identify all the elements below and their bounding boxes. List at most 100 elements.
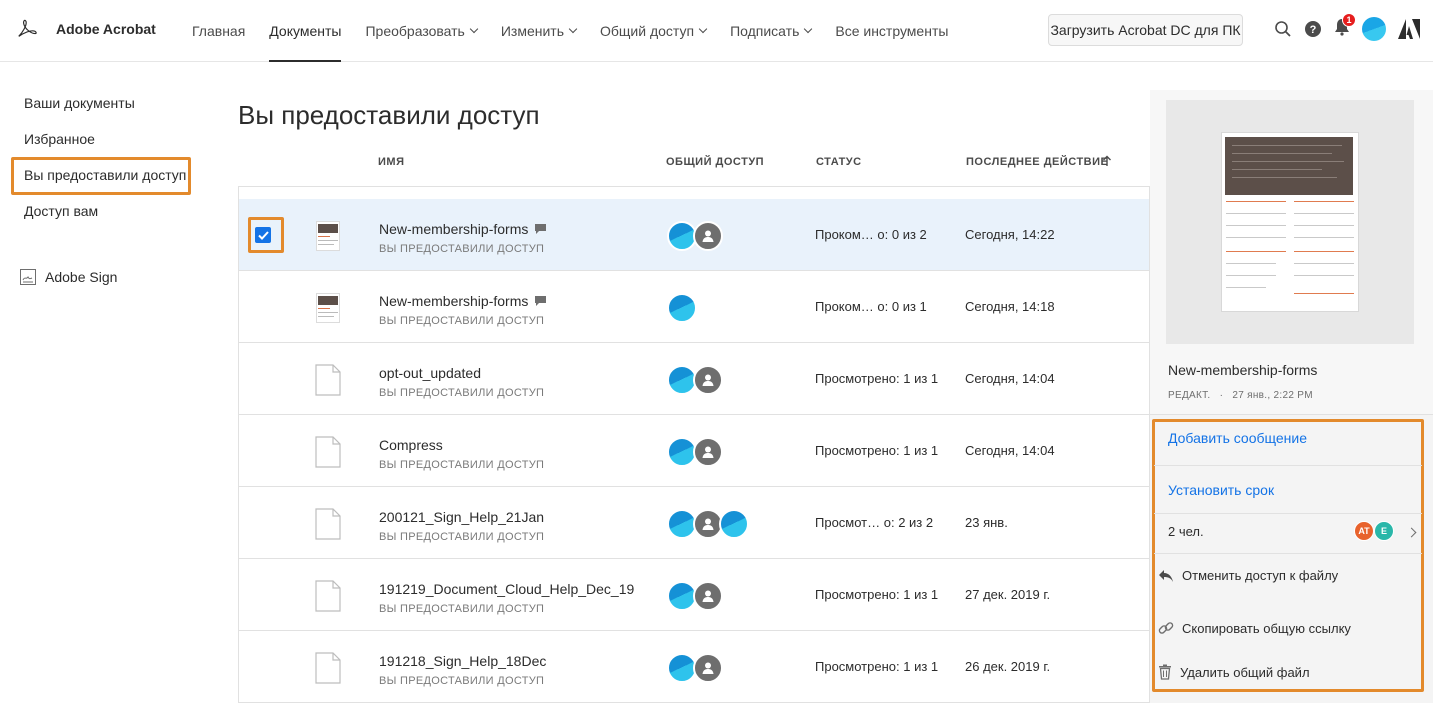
file-meta-date: 27 янв., 2:22 PM bbox=[1232, 390, 1313, 401]
table-row[interactable]: 200121_Sign_Help_21Jan ВЫ ПРЕДОСТАВИЛИ ДО… bbox=[239, 487, 1149, 559]
nav-item[interactable]: Главная bbox=[192, 0, 245, 62]
form-thumbnail bbox=[316, 221, 340, 251]
sidebar-item-shared-by-you[interactable]: Вы предоставили доступ bbox=[24, 167, 186, 183]
status-text: Проком… о: 0 из 2 bbox=[815, 227, 927, 242]
adobe-sign-label: Adobe Sign bbox=[45, 269, 118, 285]
file-subtitle: ВЫ ПРЕДОСТАВИЛИ ДОСТУП bbox=[379, 675, 545, 687]
sidebar-item-favorites[interactable]: Избранное bbox=[24, 131, 95, 147]
status-text: Просмот… о: 2 из 2 bbox=[815, 515, 934, 530]
delete-shared-button[interactable]: Удалить общий файл bbox=[1158, 664, 1310, 680]
undo-arrow-icon bbox=[1159, 569, 1173, 582]
copy-link-button[interactable]: Скопировать общую ссылку bbox=[1158, 620, 1351, 636]
help-icon[interactable]: ? bbox=[1304, 20, 1322, 38]
shared-with-avatars[interactable] bbox=[667, 437, 723, 467]
unshare-file-button[interactable]: Отменить доступ к файлу bbox=[1158, 568, 1338, 583]
file-subtitle: ВЫ ПРЕДОСТАВИЛИ ДОСТУП bbox=[379, 459, 545, 471]
nav-item-label: Общий доступ bbox=[600, 23, 695, 39]
file-icon bbox=[315, 652, 341, 684]
notification-badge: 1 bbox=[1342, 12, 1356, 27]
adobe-logo-icon[interactable] bbox=[1398, 19, 1420, 39]
search-icon[interactable] bbox=[1274, 20, 1292, 38]
acrobat-logo-icon bbox=[18, 19, 37, 37]
shared-with-avatars[interactable] bbox=[667, 581, 723, 611]
table-row[interactable]: 191219_Document_Cloud_Help_Dec_19 ВЫ ПРЕД… bbox=[239, 559, 1149, 631]
person-icon bbox=[693, 365, 723, 395]
file-name-text: opt-out_updated bbox=[379, 365, 481, 381]
nav-item[interactable]: Изменить bbox=[501, 0, 578, 62]
nav-item[interactable]: Преобразовать bbox=[365, 0, 479, 62]
shared-with-avatars[interactable] bbox=[667, 365, 723, 395]
file-subtitle: ВЫ ПРЕДОСТАВИЛИ ДОСТУП bbox=[379, 387, 545, 399]
row-checkbox[interactable] bbox=[255, 227, 271, 243]
status-text: Просмотрено: 1 из 1 bbox=[815, 371, 939, 386]
last-action-text: 27 дек. 2019 г. bbox=[965, 587, 1051, 602]
divider bbox=[1154, 513, 1422, 514]
profile-avatar[interactable] bbox=[1362, 17, 1386, 41]
sort-arrow-up-icon[interactable] bbox=[1102, 155, 1112, 167]
nav-item[interactable]: Общий доступ bbox=[600, 0, 708, 62]
download-desktop-button[interactable]: Загрузить Acrobat DC для ПК bbox=[1048, 14, 1243, 46]
chevron-down-icon bbox=[568, 24, 578, 34]
file-name[interactable]: Compress bbox=[379, 437, 443, 453]
meta-separator: · bbox=[1219, 390, 1224, 401]
person-icon bbox=[693, 581, 723, 611]
table-row[interactable]: New-membership-forms ВЫ ПРЕДОСТАВИЛИ ДОСТ… bbox=[239, 271, 1149, 343]
sidebar-item-your-documents[interactable]: Ваши документы bbox=[24, 95, 135, 111]
shared-with-avatars[interactable] bbox=[667, 293, 697, 323]
shared-with-avatars[interactable] bbox=[667, 221, 723, 251]
divider bbox=[1154, 465, 1422, 466]
nav-item[interactable]: Документы bbox=[269, 0, 342, 62]
file-name[interactable]: opt-out_updated bbox=[379, 365, 481, 381]
notifications[interactable]: 1 bbox=[1334, 12, 1356, 41]
file-meta: РЕДАКТ. · 27 янв., 2:22 PM bbox=[1168, 390, 1319, 401]
top-icons: ? 1 bbox=[1274, 12, 1432, 41]
nav-item[interactable]: Все инструменты bbox=[835, 0, 948, 62]
nav-item-label: Все инструменты bbox=[835, 23, 949, 39]
file-preview[interactable] bbox=[1166, 100, 1414, 344]
table-row[interactable]: opt-out_updated ВЫ ПРЕДОСТАВИЛИ ДОСТУП Про… bbox=[239, 343, 1149, 415]
nav-item-label: Преобразовать bbox=[365, 23, 465, 39]
column-last-action[interactable]: ПОСЛЕДНЕЕ ДЕЙСТВИЕ bbox=[966, 156, 1108, 168]
brand[interactable]: Adobe Acrobat bbox=[16, 18, 156, 40]
file-name[interactable]: New-membership-forms bbox=[379, 221, 547, 237]
column-name[interactable]: ИМЯ bbox=[378, 156, 404, 168]
column-sharing[interactable]: ОБЩИЙ ДОСТУП bbox=[666, 156, 764, 168]
page-title: Вы предоставили доступ bbox=[238, 100, 540, 130]
file-subtitle: ВЫ ПРЕДОСТАВИЛИ ДОСТУП bbox=[379, 531, 545, 543]
table-row[interactable]: New-membership-forms ВЫ ПРЕДОСТАВИЛИ ДОСТ… bbox=[239, 199, 1149, 271]
file-icon bbox=[315, 364, 341, 396]
column-status[interactable]: СТАТУС bbox=[816, 156, 862, 168]
table-row[interactable]: Compress ВЫ ПРЕДОСТАВИЛИ ДОСТУП Просмотрен… bbox=[239, 415, 1149, 487]
file-name-text: New-membership-forms bbox=[379, 221, 529, 237]
person-icon bbox=[693, 437, 723, 467]
shared-files-table: New-membership-forms ВЫ ПРЕДОСТАВИЛИ ДОСТ… bbox=[238, 186, 1150, 703]
adobe-sign-icon bbox=[20, 269, 36, 285]
selected-file-name: New-membership-forms bbox=[1168, 362, 1318, 378]
actions-highlight bbox=[1152, 419, 1424, 692]
set-deadline-link[interactable]: Установить срок bbox=[1168, 482, 1274, 498]
file-name[interactable]: New-membership-forms bbox=[379, 293, 547, 309]
sidebar-item-shared-with-you[interactable]: Доступ вам bbox=[24, 203, 98, 219]
shared-with-avatars[interactable] bbox=[667, 509, 749, 539]
check-icon bbox=[257, 230, 269, 240]
nav-item[interactable]: Подписать bbox=[730, 0, 813, 62]
main-nav: Главная Документы Преобразовать Изменить Общ… bbox=[192, 0, 972, 62]
svg-text:?: ? bbox=[1310, 24, 1317, 36]
app-name: Adobe Acrobat bbox=[56, 21, 156, 37]
recipient-avatar: AT bbox=[1354, 521, 1374, 541]
shared-with-avatars[interactable] bbox=[667, 653, 723, 683]
form-thumbnail bbox=[316, 293, 340, 323]
file-name[interactable]: 191219_Document_Cloud_Help_Dec_19 bbox=[379, 581, 634, 597]
file-name[interactable]: 200121_Sign_Help_21Jan bbox=[379, 509, 544, 525]
file-name-text: Compress bbox=[379, 437, 443, 453]
sidebar-item-adobe-sign[interactable]: Adobe Sign bbox=[20, 269, 117, 285]
add-message-link[interactable]: Добавить сообщение bbox=[1168, 430, 1307, 446]
sharing-actions: Добавить сообщение Установить срок 2 чел… bbox=[1150, 414, 1433, 703]
status-text: Просмотрено: 1 из 1 bbox=[815, 587, 939, 602]
file-name[interactable]: 191218_Sign_Help_18Dec bbox=[379, 653, 546, 669]
nav-item-label: Документы bbox=[269, 23, 342, 39]
table-row[interactable]: 191218_Sign_Help_18Dec ВЫ ПРЕДОСТАВИЛИ ДО… bbox=[239, 631, 1149, 703]
copy-link-label: Скопировать общую ссылку bbox=[1182, 620, 1351, 636]
last-action-text: Сегодня, 14:04 bbox=[965, 371, 1055, 386]
people-count[interactable]: 2 чел. bbox=[1168, 524, 1204, 539]
